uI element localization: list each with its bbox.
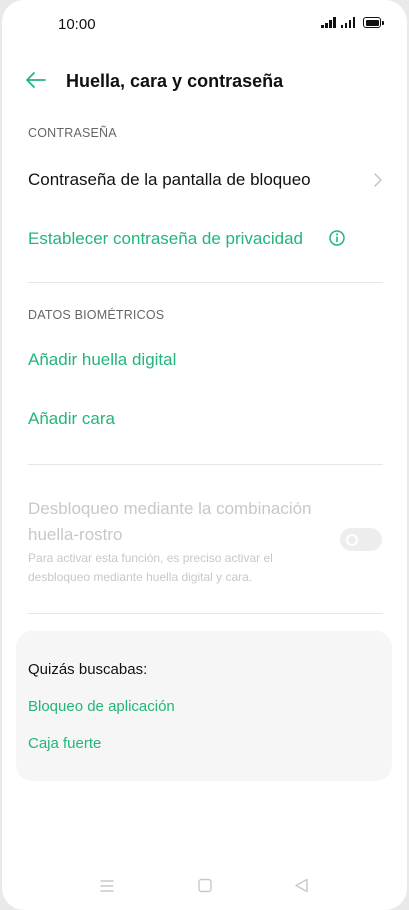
header: Huella, cara y contraseña: [2, 56, 407, 104]
triangle-back-icon: [295, 878, 308, 893]
divider: [28, 464, 383, 465]
status-bar: 10:00: [2, 0, 407, 50]
combo-unlock-toggle[interactable]: [340, 528, 382, 551]
lock-screen-password-row[interactable]: Contraseña de la pantalla de bloqueo: [2, 160, 407, 200]
nav-back-button[interactable]: [291, 876, 313, 896]
info-circle-icon[interactable]: [328, 229, 346, 247]
add-face-row[interactable]: Añadir cara: [2, 400, 407, 440]
back-button[interactable]: [20, 66, 50, 94]
divider: [28, 282, 383, 283]
suggestion-link-app-lock[interactable]: Bloqueo de aplicación: [28, 698, 175, 715]
suggestions-card: Quizás buscabas: Bloqueo de aplicación C…: [16, 631, 392, 781]
battery-icon: [363, 17, 384, 28]
phone-screen: 10:00 Huella, cara y contraseña CONTRASE…: [2, 0, 407, 910]
status-time: 10:00: [58, 16, 96, 33]
privacy-password-row[interactable]: Establecer contraseña de privacidad: [2, 220, 407, 260]
page-title: Huella, cara y contraseña: [66, 71, 284, 91]
menu-icon: [100, 880, 114, 892]
suggestions-title: Quizás buscabas:: [28, 661, 148, 678]
square-icon: [198, 878, 212, 893]
arrow-left-icon: [26, 72, 46, 88]
section-label-password: CONTRASEÑA: [28, 126, 117, 140]
nav-menu-button[interactable]: [96, 876, 118, 896]
add-fingerprint-label: Añadir huella digital: [28, 350, 177, 369]
combo-unlock-description: Para activar esta función, es preciso ac…: [28, 551, 273, 584]
chevron-right-icon: [374, 173, 382, 187]
section-label-biometrics: DATOS BIOMÉTRICOS: [28, 308, 165, 322]
add-fingerprint-row[interactable]: Añadir huella digital: [2, 340, 407, 380]
status-icons: [321, 17, 384, 28]
suggestion-link-safe[interactable]: Caja fuerte: [28, 735, 101, 752]
add-face-label: Añadir cara: [28, 409, 115, 428]
lock-screen-password-label: Contraseña de la pantalla de bloqueo: [28, 170, 311, 189]
signal-icon: [321, 17, 336, 28]
signal-icon: [340, 17, 355, 28]
divider: [28, 613, 383, 614]
toggle-knob: [346, 534, 358, 546]
privacy-password-label: Establecer contraseña de privacidad: [28, 229, 303, 248]
navigation-bar: [2, 868, 407, 904]
combo-unlock-title: Desbloqueo mediante la combinación huell…: [28, 499, 312, 544]
nav-home-button[interactable]: [194, 876, 216, 896]
